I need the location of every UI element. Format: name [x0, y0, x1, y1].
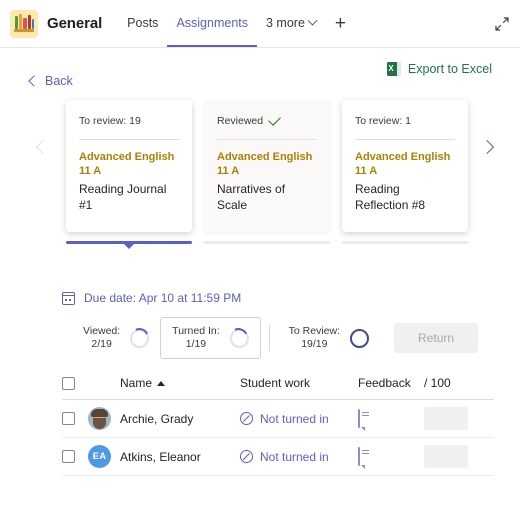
student-work-status-label: Not turned in	[260, 411, 329, 426]
calendar-icon	[62, 291, 75, 305]
app-header: General Posts Assignments 3 more +	[0, 0, 520, 48]
carousel-cards: To review: 19 Advanced English 11 A Read…	[66, 100, 468, 249]
column-header-student-work: Student work	[240, 376, 311, 390]
back-button[interactable]: Back	[28, 74, 73, 88]
status-viewed-label: Viewed:	[83, 325, 121, 337]
export-label: Export to Excel	[407, 62, 492, 76]
status-divider	[268, 325, 270, 351]
student-name: Atkins, Eleanor	[120, 449, 201, 464]
student-work-status-label: Not turned in	[260, 449, 329, 464]
card-assignment-title: Reading Journal #1	[79, 182, 167, 212]
export-to-excel-button[interactable]: X Export to Excel	[386, 62, 492, 76]
assignment-card[interactable]: To review: 19 Advanced English 11 A Read…	[66, 100, 192, 249]
card-divider	[355, 139, 455, 140]
tab-assignments[interactable]: Assignments	[167, 0, 257, 47]
select-all-checkbox[interactable]	[62, 376, 75, 390]
card-status: Reviewed	[217, 113, 317, 128]
status-strip: Viewed: 2/19 Turned In: 1/19 To Review: …	[72, 317, 520, 359]
back-label: Back	[45, 74, 73, 88]
assignment-card[interactable]: Reviewed Advanced English 11 A Narrative…	[204, 100, 330, 244]
team-title: General	[47, 15, 103, 32]
card-divider	[217, 139, 317, 140]
not-turned-in-icon	[240, 450, 253, 463]
card-course-name: Advanced English 11 A	[217, 151, 313, 177]
assignment-detail-page: Back X Export to Excel To review: 19 Adv…	[0, 48, 520, 523]
status-viewed[interactable]: Viewed: 2/19	[72, 318, 160, 358]
column-header-points: / 100	[424, 376, 451, 390]
return-button[interactable]: Return	[394, 323, 479, 353]
column-header-name[interactable]: Name	[120, 376, 240, 390]
status-viewed-value: 2/19	[91, 338, 112, 350]
student-work-status[interactable]: Not turned in	[240, 412, 358, 426]
progress-ring-to-review	[350, 328, 370, 348]
card-divider	[79, 139, 179, 140]
sort-ascending-icon	[157, 380, 166, 386]
feedback-icon[interactable]	[358, 408, 360, 428]
card-status-label: To review: 19	[79, 115, 141, 127]
student-work-status[interactable]: Not turned in	[240, 450, 358, 464]
avatar: EA	[88, 445, 111, 468]
expand-diagonal-icon[interactable]	[492, 14, 512, 34]
feedback-icon[interactable]	[358, 446, 360, 466]
progress-ring-turned-in	[229, 328, 249, 348]
due-date-label: Due date: Apr 10 at 11:59 PM	[84, 291, 242, 305]
check-icon	[268, 113, 281, 126]
card-indicator	[342, 241, 468, 244]
column-header-name-label: Name	[120, 376, 153, 390]
status-turned-in-value: 1/19	[185, 338, 207, 350]
avatar	[88, 407, 111, 430]
card-status-label: Reviewed	[217, 115, 264, 127]
table-header-row: Name Student work Feedback / 100	[62, 367, 494, 400]
carousel-next-icon[interactable]	[476, 136, 498, 158]
row-checkbox[interactable]	[62, 450, 75, 463]
table-row[interactable]: Archie, Grady Not turned in	[62, 400, 494, 438]
not-turned-in-icon	[240, 412, 253, 425]
card-course-name: Advanced English 11 A	[355, 151, 451, 177]
student-grid: Name Student work Feedback / 100 Archie,…	[62, 367, 494, 476]
status-turned-in[interactable]: Turned In: 1/19	[160, 317, 261, 359]
card-selected-indicator	[66, 241, 192, 249]
chevron-left-icon	[28, 75, 40, 87]
status-to-review[interactable]: To Review: 19/19	[278, 318, 380, 358]
tab-posts[interactable]: Posts	[118, 0, 167, 47]
carousel-prev-icon[interactable]	[32, 136, 54, 158]
grade-input[interactable]	[424, 445, 468, 468]
column-header-feedback: Feedback	[358, 376, 411, 390]
card-status: To review: 1	[355, 114, 455, 128]
page-toolbar: Back X Export to Excel	[0, 48, 520, 96]
card-assignment-title: Narratives of Scale	[217, 182, 286, 212]
table-row[interactable]: EA Atkins, Eleanor Not turned in	[62, 438, 494, 476]
card-status-label: To review: 1	[355, 115, 412, 127]
card-status: To review: 19	[79, 114, 179, 128]
chevron-down-icon	[307, 15, 318, 26]
excel-icon: X	[386, 62, 401, 76]
bookshelf-icon	[10, 9, 38, 38]
due-date-row: Due date: Apr 10 at 11:59 PM	[62, 291, 520, 305]
assignment-carousel: To review: 19 Advanced English 11 A Read…	[0, 100, 520, 275]
grade-input[interactable]	[424, 407, 468, 430]
avatar-initials: EA	[92, 451, 107, 462]
card-indicator	[204, 241, 330, 244]
status-to-review-label: To Review:	[288, 325, 341, 337]
row-checkbox[interactable]	[62, 412, 75, 425]
progress-ring-viewed	[130, 328, 150, 348]
status-turned-in-label: Turned In:	[172, 325, 220, 337]
student-name: Archie, Grady	[120, 411, 194, 426]
tab-more-menu[interactable]: 3 more	[257, 0, 325, 47]
card-assignment-title: Reading Reflection #8	[355, 182, 426, 212]
tab-more-label: 3 more	[266, 16, 305, 30]
add-tab-button[interactable]: +	[325, 0, 356, 47]
status-to-review-value: 19/19	[301, 338, 328, 350]
card-course-name: Advanced English 11 A	[79, 151, 175, 177]
assignment-card[interactable]: To review: 1 Advanced English 11 A Readi…	[342, 100, 468, 244]
